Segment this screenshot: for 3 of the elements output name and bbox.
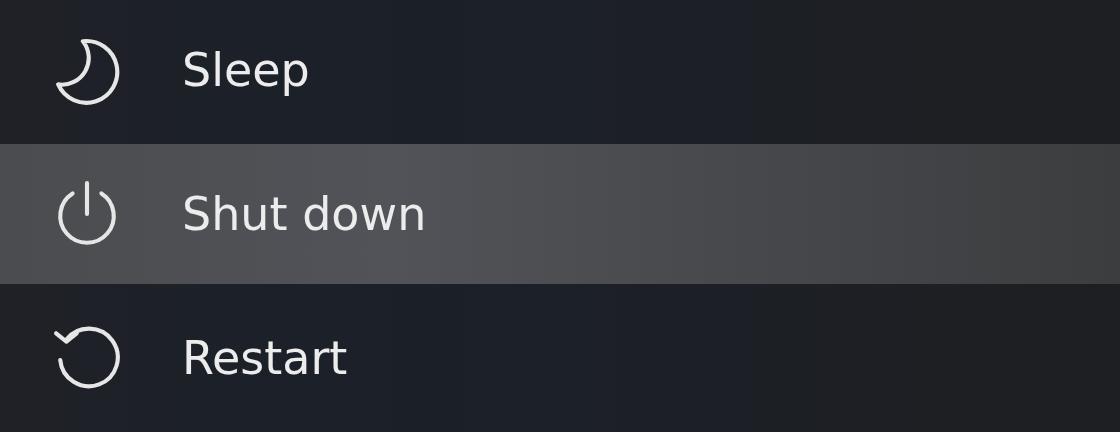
menu-item[interactable]: Sleep [0,0,1120,140]
menu-item[interactable]: Restart [0,288,1120,428]
menu-item[interactable]: Shut down [0,144,1120,284]
